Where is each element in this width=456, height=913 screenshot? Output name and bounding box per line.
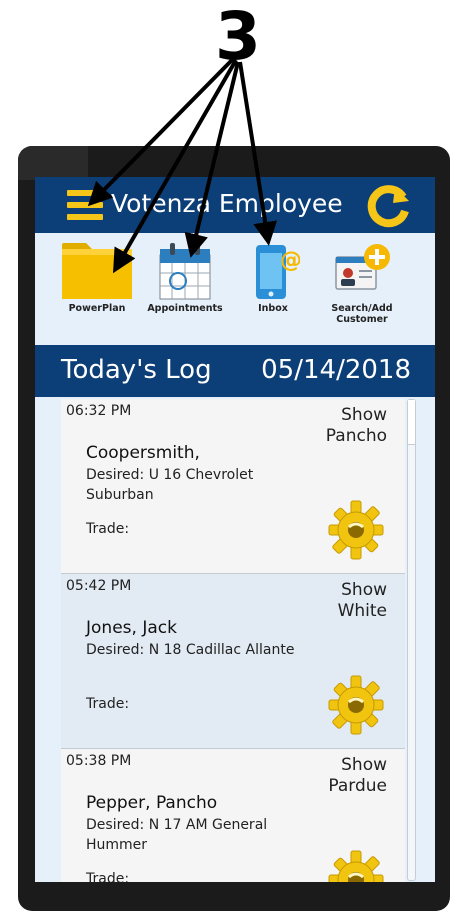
svg-text:@: @ <box>280 248 300 273</box>
entry-desired-vehicle: Desired: N 17 AM General Hummer <box>86 817 268 853</box>
log-title: Today's Log <box>61 355 212 385</box>
entry-status: Show Pardue <box>328 755 387 796</box>
log-list: 06:32 PM Show Pancho Coopersmith, Desire… <box>61 399 405 882</box>
log-entry[interactable]: 05:42 PM Show White Jones, Jack Desired:… <box>61 574 405 749</box>
gear-icon[interactable] <box>327 499 385 561</box>
appointments-label: Appointments <box>147 303 223 314</box>
title-bar: Votenza Employee <box>35 177 435 233</box>
log-date: 05/14/2018 <box>261 355 411 385</box>
scrollbar-thumb[interactable] <box>408 400 415 445</box>
todays-log-header: Today's Log 05/14/2018 <box>35 345 435 397</box>
entry-customer-name: Coopersmith, <box>86 443 200 463</box>
entry-time: 05:38 PM <box>66 753 132 769</box>
entry-time: 06:32 PM <box>66 403 132 419</box>
callout-number: 3 <box>215 0 261 75</box>
inbox-button[interactable]: @ Inbox <box>228 241 318 314</box>
entry-trade: Trade: <box>86 871 130 882</box>
entry-desired-vehicle: Desired: U 16 Chevrolet Suburban <box>86 467 254 503</box>
search-add-customer-label: Search/Add Customer <box>331 303 393 325</box>
app-screen: Votenza Employee PowerPlan Appointments … <box>35 177 435 882</box>
refresh-icon[interactable] <box>365 183 411 229</box>
mobile-email-icon: @ <box>256 245 300 299</box>
phone-frame-highlight <box>18 146 88 180</box>
entry-trade: Trade: <box>86 696 130 712</box>
search-add-customer-button[interactable]: Search/Add Customer <box>317 241 407 325</box>
add-customer-icon <box>335 244 390 290</box>
log-entry[interactable]: 05:38 PM Show Pardue Pepper, Pancho Desi… <box>61 749 405 882</box>
toolbar: PowerPlan Appointments @ Inbox Search/Ad… <box>35 233 435 333</box>
entry-customer-name: Jones, Jack <box>86 618 177 638</box>
powerplan-label: PowerPlan <box>68 303 126 314</box>
log-scrollbar[interactable] <box>407 399 416 881</box>
app-title: Votenza Employee <box>111 189 343 218</box>
powerplan-button[interactable]: PowerPlan <box>52 241 142 314</box>
inbox-label: Inbox <box>258 303 288 314</box>
entry-trade: Trade: <box>86 521 130 537</box>
folder-icon <box>62 243 132 299</box>
calendar-icon <box>159 243 211 300</box>
gear-icon[interactable] <box>327 849 385 882</box>
entry-status: Show White <box>337 580 387 621</box>
entry-customer-name: Pepper, Pancho <box>86 793 218 813</box>
appointments-button[interactable]: Appointments <box>140 241 230 314</box>
entry-desired-vehicle: Desired: N 18 Cadillac Allante <box>86 642 295 658</box>
entry-time: 05:42 PM <box>66 578 132 594</box>
log-entry[interactable]: 06:32 PM Show Pancho Coopersmith, Desire… <box>61 399 405 574</box>
entry-status: Show Pancho <box>325 405 387 446</box>
gear-icon[interactable] <box>327 674 385 736</box>
hamburger-menu-icon[interactable] <box>67 190 103 220</box>
